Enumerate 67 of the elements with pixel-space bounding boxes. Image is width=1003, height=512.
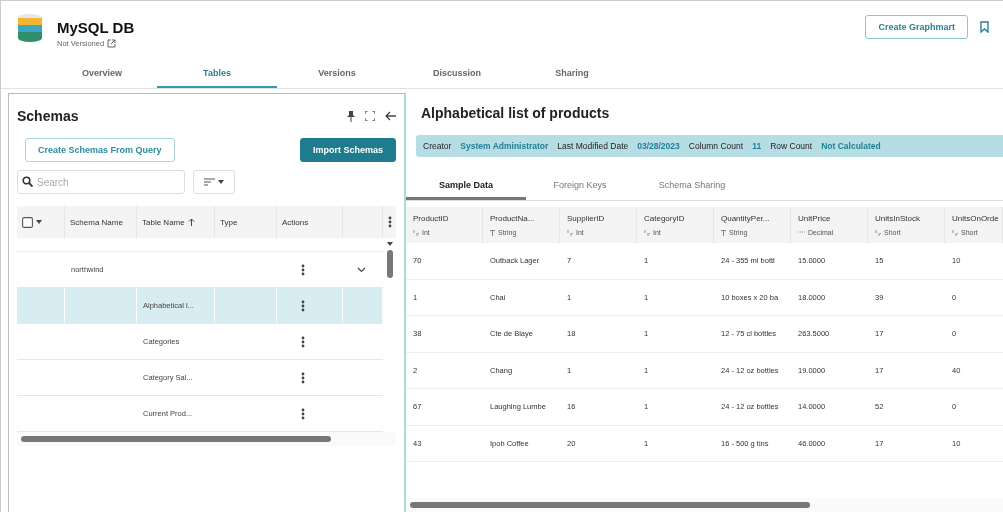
nav-tab[interactable]: Sharing [517,59,627,88]
column-header[interactable]: UnitsOnOrde [952,214,1002,223]
column-header[interactable]: Actions [277,206,343,238]
sort-ascending-icon [187,218,195,226]
scrollbar-thumb[interactable] [21,436,331,442]
detail-tab[interactable]: Sample Data [406,173,526,200]
detail-tab[interactable]: Foreign Keys [526,173,634,200]
integer-type-icon [875,229,882,236]
panel-title: Schemas [17,108,79,124]
detail-tab[interactable]: Schema Sharing [634,173,750,200]
column-header[interactable]: QuantityPer... [721,214,790,223]
dropdown-caret-icon [36,220,42,224]
column-header[interactable]: UnitsInStock [875,214,944,223]
database-title: MySQL DB [57,19,136,36]
info-value: Not Calculated [821,141,881,151]
dropdown-caret-icon [218,180,224,184]
search-field[interactable]: Search [17,170,185,194]
info-label: Last Modified Date [557,141,629,151]
info-value: System Administrator [460,141,549,151]
more-options-icon[interactable] [301,299,305,312]
scrollbar-thumb[interactable] [410,502,810,508]
more-options-icon[interactable] [387,216,392,228]
import-schemas-button[interactable]: Import Schemas [299,138,396,162]
horizontal-scrollbar[interactable] [406,498,1003,512]
pin-icon[interactable] [347,110,355,122]
info-value: 11 [752,141,762,151]
more-options-icon[interactable] [301,263,305,276]
external-link-icon[interactable] [107,39,117,48]
table-title: Alphabetical list of products [421,105,611,121]
horizontal-scrollbar[interactable] [17,432,396,446]
select-all-checkbox[interactable] [22,216,33,228]
back-arrow-icon[interactable] [385,111,396,121]
scrollbar-thumb[interactable] [386,250,393,278]
integer-type-icon [644,229,651,236]
integer-type-icon [952,229,959,236]
column-header[interactable]: Table Name [137,206,215,238]
info-label: Row Count [770,141,813,151]
nav-tab[interactable]: Tables [157,59,277,88]
create-schemas-button[interactable]: Create Schemas From Query [25,138,175,162]
column-header[interactable]: SupplierID [567,214,636,223]
column-header[interactable]: ProductID [413,214,482,223]
create-graphmart-button[interactable]: Create Graphmart [865,15,968,39]
column-header[interactable]: Type [215,206,277,238]
database-icon [17,13,43,43]
column-header[interactable]: ProductNa... [490,214,559,223]
search-icon [22,176,33,187]
chevron-down-icon[interactable] [357,266,366,273]
info-value: 03/28/2023 [637,141,680,151]
more-options-icon[interactable] [301,407,305,420]
nav-tab[interactable]: Overview [47,59,157,88]
expand-icon[interactable] [365,111,375,121]
info-label: Creator [423,141,452,151]
integer-type-icon [567,229,574,236]
sort-icon [204,178,215,186]
bookmark-icon[interactable] [980,21,989,33]
text-type-icon [721,229,727,236]
more-options-icon[interactable] [301,335,305,348]
nav-tab[interactable]: Versions [277,59,397,88]
column-header[interactable]: CategoryID [644,214,713,223]
integer-type-icon [413,229,420,236]
text-type-icon [490,229,496,236]
more-options-icon[interactable] [301,371,305,384]
nav-tab[interactable]: Discussion [397,59,517,88]
info-label: Column Count [688,141,744,151]
decimal-type-icon [798,230,806,235]
column-header[interactable]: UnitPrice [798,214,867,223]
column-header[interactable]: Schema Name [65,206,137,238]
